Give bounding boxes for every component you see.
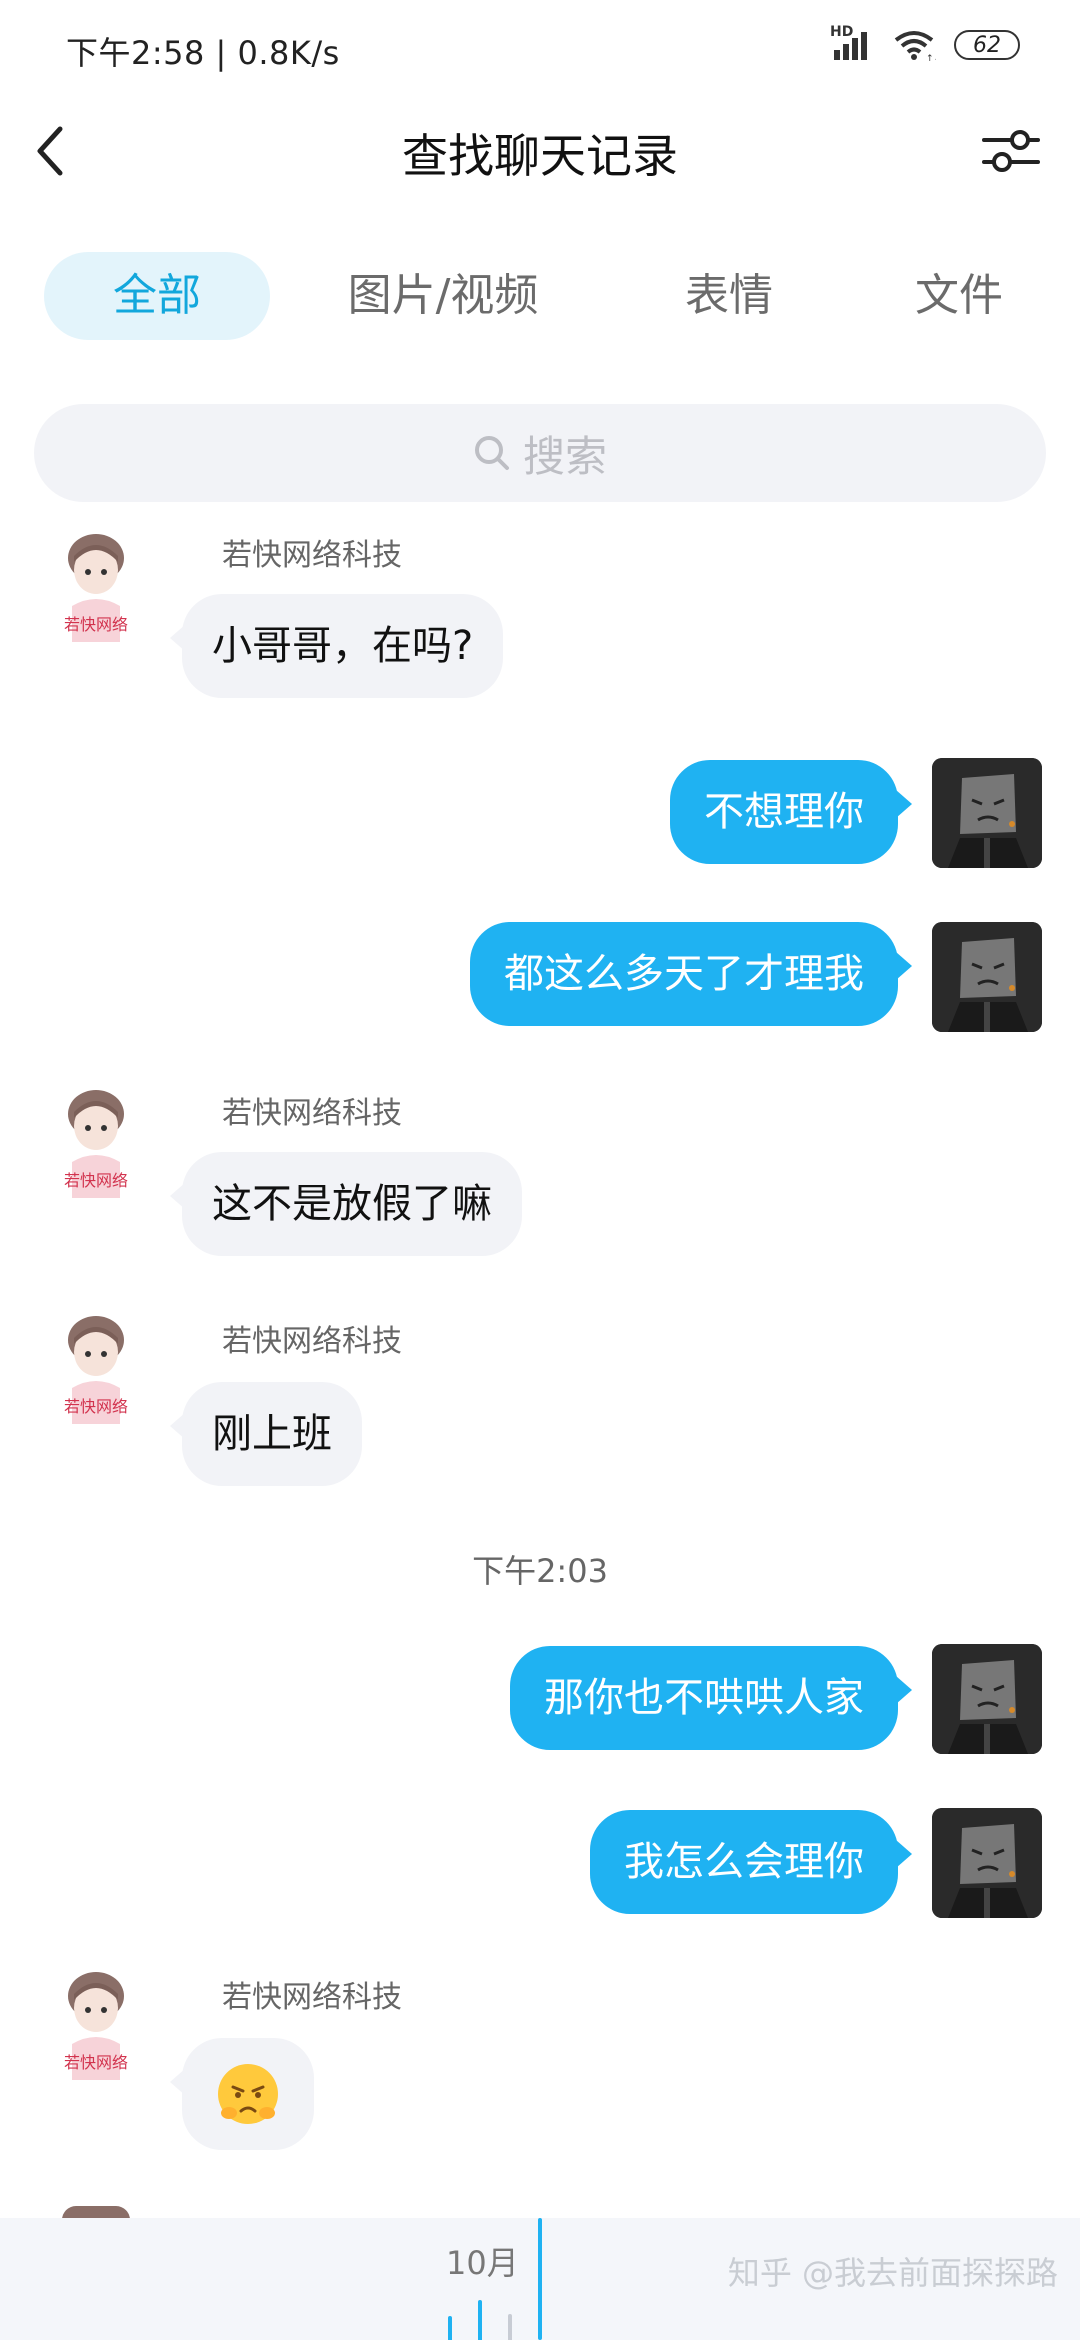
search-input[interactable]: 搜索 — [34, 404, 1046, 502]
battery-indicator: 62 — [954, 30, 1020, 60]
message-bubble[interactable]: 这不是放假了嘛 — [170, 1152, 522, 1256]
search-placeholder: 搜索 — [522, 431, 607, 481]
my-avatar[interactable] — [932, 758, 1042, 868]
svg-text:↑↓: ↑↓ — [926, 54, 936, 62]
tab-stickers[interactable]: 表情 — [654, 252, 804, 340]
my-avatar[interactable] — [932, 1644, 1042, 1754]
tab-files[interactable]: 文件 — [884, 252, 1034, 340]
message-bubble[interactable]: 我怎么会理你 — [590, 1810, 912, 1914]
my-avatar[interactable] — [932, 922, 1042, 1032]
message-sender: 若快网络科技 — [222, 1324, 402, 1359]
timeline-cursor[interactable] — [538, 2218, 542, 2340]
watermark-text: 知乎 @我去前面探探路 — [727, 2254, 1058, 2292]
filter-button[interactable] — [978, 118, 1044, 184]
message-bubble-emoji[interactable] — [170, 2038, 314, 2150]
page-title: 查找聊天记录 — [402, 129, 678, 183]
tab-images-videos[interactable]: 图片/视频 — [318, 252, 568, 340]
time-divider: 下午2:03 — [472, 1552, 608, 1590]
wifi-icon: ↑↓ — [892, 28, 941, 64]
message-sender: 若快网络科技 — [222, 1096, 402, 1131]
category-tabs: 全部 图片/视频 表情 文件 — [0, 252, 1080, 340]
svg-text:若快网络: 若快网络 — [64, 1171, 128, 1190]
contact-avatar[interactable]: 若快网络 — [42, 534, 150, 642]
pouting-face-emoji-icon — [218, 2064, 278, 2124]
tab-all[interactable]: 全部 — [44, 252, 270, 340]
contact-avatar[interactable]: 若快网络 — [42, 1972, 150, 2080]
search-icon — [474, 436, 509, 470]
timeline-tick — [478, 2300, 482, 2340]
message-bubble[interactable]: 不想理你 — [670, 760, 912, 864]
my-avatar[interactable] — [932, 1808, 1042, 1918]
timeline-month-label: 10月 — [446, 2244, 519, 2282]
contact-avatar[interactable]: 若快网络 — [42, 1316, 150, 1424]
message-bubble[interactable]: 小哥哥，在吗? — [169, 594, 504, 698]
svg-text:若快网络: 若快网络 — [64, 1397, 128, 1416]
date-timeline-scrubber[interactable]: 10月 知乎 @我去前面探探路 — [0, 2218, 1080, 2340]
contact-avatar[interactable]: 若快网络 — [42, 1090, 150, 1198]
message-bubble[interactable]: 刚上班 — [170, 1382, 362, 1486]
signal-icon: HD — [830, 24, 874, 62]
svg-text:若快网络: 若快网络 — [64, 615, 128, 634]
status-icons: HD ↑↓ 62 — [830, 24, 1020, 64]
timeline-tick — [448, 2316, 452, 2340]
message-bubble[interactable]: 那你也不哄哄人家 — [510, 1646, 912, 1750]
message-sender: 若快网络科技 — [222, 1980, 402, 2015]
status-time-speed: 下午2:58 | 0.8K/s — [66, 34, 340, 72]
timeline-tick — [508, 2314, 512, 2340]
filter-sliders-icon — [982, 130, 1040, 172]
message-sender: 若快网络科技 — [222, 538, 402, 573]
message-bubble[interactable]: 都这么多天了才理我 — [470, 922, 912, 1026]
svg-text:若快网络: 若快网络 — [64, 2053, 128, 2072]
